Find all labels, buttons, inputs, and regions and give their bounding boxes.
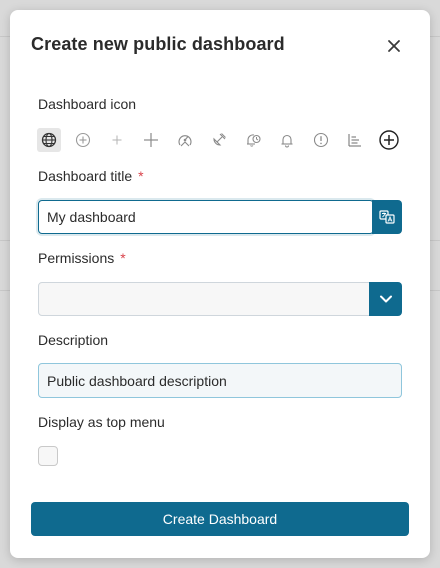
permissions-label: Permissions * bbox=[38, 250, 126, 266]
top-menu-checkbox[interactable] bbox=[38, 446, 58, 466]
icon-option-bell-clock[interactable] bbox=[241, 128, 265, 152]
icon-option-bell[interactable] bbox=[275, 128, 299, 152]
plus-circle-bold-icon bbox=[379, 130, 399, 150]
icon-option-bar-chart[interactable] bbox=[343, 128, 367, 152]
chevron-down-icon bbox=[379, 295, 392, 303]
plus-circle-icon bbox=[75, 132, 91, 148]
bell-icon bbox=[281, 134, 293, 148]
create-dashboard-dialog: Create new public dashboard Dashboard ic… bbox=[10, 10, 430, 558]
close-icon bbox=[388, 40, 400, 52]
icon-option-compass[interactable] bbox=[173, 128, 197, 152]
satellite-icon bbox=[213, 133, 226, 146]
icon-option-alert[interactable] bbox=[309, 128, 333, 152]
top-menu-label: Display as top menu bbox=[38, 414, 165, 430]
required-asterisk: * bbox=[120, 250, 126, 266]
translate-icon bbox=[379, 210, 395, 224]
description-value: Public dashboard description bbox=[47, 372, 227, 389]
alert-circle-icon bbox=[313, 132, 329, 148]
globe-grid-icon bbox=[41, 132, 57, 148]
compass-icon bbox=[178, 135, 192, 147]
dashboard-icon-label: Dashboard icon bbox=[38, 96, 137, 112]
required-asterisk: * bbox=[138, 168, 144, 184]
icon-option-plus-circle[interactable] bbox=[71, 128, 95, 152]
permissions-select[interactable] bbox=[38, 282, 370, 316]
permissions-label-text: Permissions bbox=[38, 250, 115, 266]
bar-chart-icon bbox=[348, 134, 361, 147]
dashboard-title-input[interactable]: My dashboard bbox=[38, 200, 374, 234]
translate-button[interactable] bbox=[372, 200, 402, 234]
icon-option-plus-small[interactable] bbox=[105, 128, 129, 152]
dialog-title: Create new public dashboard bbox=[31, 34, 285, 54]
icon-option-satellite[interactable] bbox=[207, 128, 231, 152]
permissions-dropdown-button[interactable] bbox=[369, 282, 402, 316]
create-dashboard-button[interactable]: Create Dashboard bbox=[31, 502, 409, 536]
description-label: Description bbox=[38, 332, 109, 348]
dashboard-title-label: Dashboard title * bbox=[38, 168, 144, 184]
close-button[interactable] bbox=[384, 36, 404, 56]
icon-picker bbox=[37, 128, 407, 152]
description-input[interactable]: Public dashboard description bbox=[38, 363, 402, 398]
icon-option-globe[interactable] bbox=[37, 128, 61, 152]
icon-option-plus[interactable] bbox=[139, 128, 163, 152]
create-dashboard-label: Create Dashboard bbox=[162, 511, 278, 527]
bell-clock-icon bbox=[247, 134, 261, 147]
icon-option-plus-circle-bold[interactable] bbox=[377, 128, 401, 152]
dashboard-title-value: My dashboard bbox=[47, 209, 136, 225]
dashboard-title-label-text: Dashboard title bbox=[38, 168, 133, 184]
plus-small-icon bbox=[112, 135, 122, 145]
plus-icon bbox=[144, 133, 158, 147]
